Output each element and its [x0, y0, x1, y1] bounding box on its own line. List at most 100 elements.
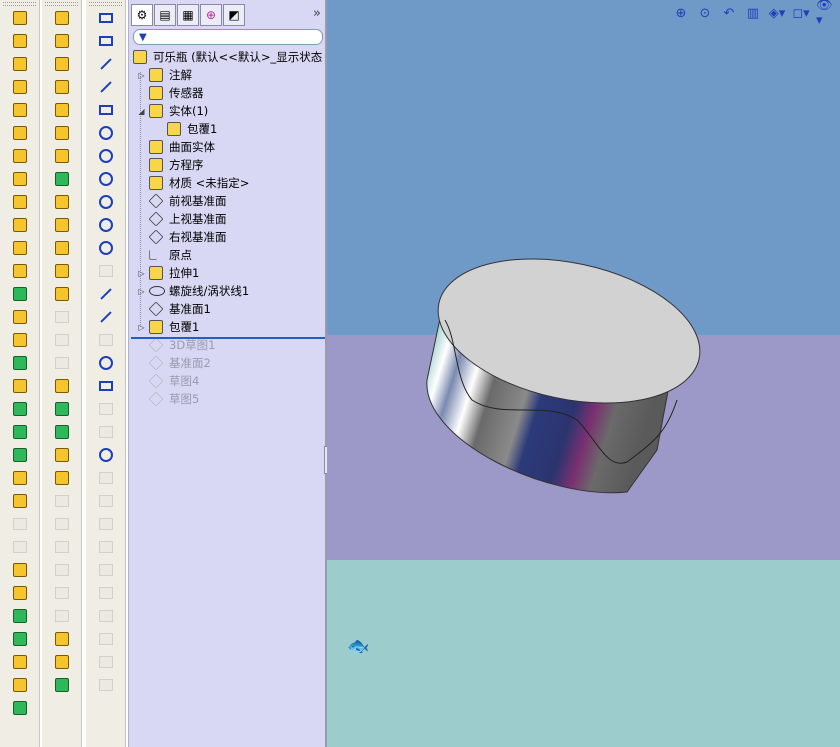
mirror-icon[interactable]	[10, 422, 30, 442]
edge-flange-icon[interactable]	[52, 468, 72, 488]
mirror-entities-icon[interactable]	[96, 491, 116, 511]
cylinder-cap-model[interactable]	[327, 0, 840, 747]
indent-icon[interactable]	[10, 560, 30, 580]
insert-bends-icon[interactable]	[52, 652, 72, 672]
wrap-icon[interactable]	[10, 376, 30, 396]
feature-manager-tab[interactable]: ⚙	[131, 4, 153, 26]
extruded-cut-icon[interactable]	[10, 123, 30, 143]
toolbar-grip[interactable]	[89, 2, 122, 6]
forming-tool-icon[interactable]	[52, 629, 72, 649]
linear-sketch-pattern-icon[interactable]	[96, 514, 116, 534]
tree-item-9[interactable]: 上视基准面	[129, 210, 326, 228]
combine-icon[interactable]	[10, 468, 30, 488]
tree-item-5[interactable]: 曲面实体	[129, 138, 326, 156]
dome-icon[interactable]	[10, 353, 30, 373]
tree-item-13[interactable]: ▷ 螺旋线/涡状线1	[129, 282, 326, 300]
flex-icon[interactable]	[10, 583, 30, 603]
move-face-icon[interactable]	[10, 514, 30, 534]
zoom-area-icon[interactable]: ⊙	[696, 4, 714, 22]
tree-item-6[interactable]: 方程序	[129, 156, 326, 174]
tree-item-17[interactable]: 基准面2	[129, 354, 326, 372]
delete-face-icon[interactable]	[10, 537, 30, 557]
split-entities-icon[interactable]	[96, 652, 116, 672]
tree-expander-icon[interactable]: ▷	[137, 269, 146, 278]
curves-dropdown-icon[interactable]	[10, 698, 30, 718]
chamfer-icon[interactable]	[10, 238, 30, 258]
tree-item-11[interactable]: 原点	[129, 246, 326, 264]
tree-item-8[interactable]: 前视基准面	[129, 192, 326, 210]
curves-icon[interactable]	[52, 422, 72, 442]
scale-entities-icon[interactable]	[96, 606, 116, 626]
rollback-bar[interactable]	[131, 337, 325, 339]
rotate-entities-icon[interactable]	[96, 583, 116, 603]
planar-surface-icon[interactable]	[52, 146, 72, 166]
line-icon[interactable]	[96, 77, 116, 97]
configuration-manager-tab[interactable]: ▦	[177, 4, 199, 26]
view-orientation-icon[interactable]: ◈▾	[768, 4, 786, 22]
rib-icon[interactable]	[10, 261, 30, 281]
curve-icon[interactable]	[10, 629, 30, 649]
cut-with-surface-icon[interactable]	[52, 399, 72, 419]
instant3d-icon[interactable]	[10, 652, 30, 672]
tree-item-2[interactable]: 传感器	[129, 84, 326, 102]
tree-item-19[interactable]: 草图5	[129, 390, 326, 408]
rectangle-icon[interactable]	[96, 100, 116, 120]
thicken-icon[interactable]	[52, 353, 72, 373]
tree-item-3[interactable]: ◢ 实体(1)	[129, 102, 326, 120]
flatten-icon[interactable]	[52, 675, 72, 695]
graphics-viewport[interactable]: ⊕ ⊙ ↶ ▥ ◈▾ ◻▾ 👁▾ 🐟	[327, 0, 840, 747]
tree-item-18[interactable]: 草图4	[129, 372, 326, 390]
display-relations-icon[interactable]	[96, 445, 116, 465]
tangent-arc-icon[interactable]	[96, 215, 116, 235]
swept-cut-icon[interactable]	[10, 169, 30, 189]
split-icon[interactable]	[10, 445, 30, 465]
tree-expander-icon[interactable]: ▷	[137, 287, 146, 296]
point-icon[interactable]	[96, 353, 116, 373]
reference-geometry-icon[interactable]	[10, 675, 30, 695]
knit-surface-icon[interactable]	[52, 330, 72, 350]
swept-boss-icon[interactable]	[10, 54, 30, 74]
copy-entities-icon[interactable]	[96, 560, 116, 580]
section-view-icon[interactable]: ▥	[744, 4, 762, 22]
sketch-icon[interactable]	[96, 8, 116, 28]
lofted-cut-icon[interactable]	[10, 192, 30, 212]
ellipse-icon[interactable]	[96, 146, 116, 166]
tree-item-14[interactable]: 基准面1	[129, 300, 326, 318]
jog-icon[interactable]	[52, 537, 72, 557]
sketched-bend-icon[interactable]	[52, 560, 72, 580]
closed-corner-icon[interactable]	[52, 583, 72, 603]
trim-surface-icon[interactable]	[52, 284, 72, 304]
stretch-entities-icon[interactable]	[96, 629, 116, 649]
hem-icon[interactable]	[52, 514, 72, 534]
linear-pattern-icon[interactable]	[10, 399, 30, 419]
sheet-metal-base-icon[interactable]	[52, 445, 72, 465]
offset-entities-icon[interactable]	[96, 376, 116, 396]
centerline-icon[interactable]	[96, 284, 116, 304]
extend-surface-icon[interactable]	[52, 261, 72, 281]
hide-show-items-icon[interactable]: 👁▾	[816, 0, 834, 28]
construction-geometry-icon[interactable]	[96, 675, 116, 695]
hole-wizard-icon[interactable]	[10, 330, 30, 350]
trim-entities-icon[interactable]	[96, 399, 116, 419]
delete-hole-icon[interactable]	[52, 238, 72, 258]
convert-entities-icon[interactable]	[96, 468, 116, 488]
display-style-icon[interactable]: ◻▾	[792, 4, 810, 22]
shell-icon[interactable]	[10, 284, 30, 304]
intersect-icon[interactable]	[10, 491, 30, 511]
unfold-icon[interactable]	[52, 606, 72, 626]
extend-entities-icon[interactable]	[96, 422, 116, 442]
reference-points-icon[interactable]	[10, 606, 30, 626]
tree-item-4[interactable]: 包覆1	[129, 120, 326, 138]
tree-item-15[interactable]: ▷ 包覆1	[129, 318, 326, 336]
draft-icon[interactable]	[10, 307, 30, 327]
tree-item-12[interactable]: ▷ 拉伸1	[129, 264, 326, 282]
extruded-boss-icon[interactable]	[10, 8, 30, 28]
boundary-surface-icon[interactable]	[52, 100, 72, 120]
revolved-cut-icon[interactable]	[10, 146, 30, 166]
tree-item-1[interactable]: ▷ 注解	[129, 66, 326, 84]
untrim-surface-icon[interactable]	[52, 307, 72, 327]
tree-filter-input[interactable]: ▼	[133, 29, 323, 45]
expand-panel-icon[interactable]: »	[313, 6, 321, 21]
3d-sketch-icon[interactable]	[96, 31, 116, 51]
three-point-arc-icon[interactable]	[96, 238, 116, 258]
